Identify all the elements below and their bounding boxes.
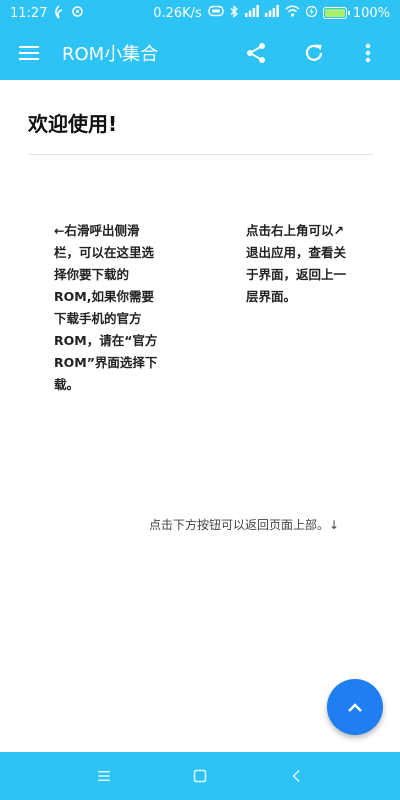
main-content: 欢迎使用! ←右滑呼出侧滑栏，可以在这里选择你要下载的ROM,如果你需要下载手机… [0,80,400,752]
battery-percent: 100% [352,5,390,21]
divider [28,154,374,155]
system-nav-bar [0,752,400,800]
status-time: 11:27 [10,5,48,21]
share-icon[interactable] [234,31,278,75]
battery-icon [322,7,350,19]
status-right: 0.26K/s 100% [153,4,390,22]
more-vert-icon[interactable] [346,31,390,75]
swipe-tip: ←右滑呼出侧滑栏，可以在这里选择你要下载的ROM,如果你需要下载手机的官方ROM… [54,223,158,392]
sync-icon [71,5,84,21]
wifi-icon [285,5,300,21]
scroll-top-tip: 点击下方按钮可以返回页面上部。↓ [149,518,340,532]
recent-apps-icon[interactable] [90,762,118,790]
chevron-up-icon [347,698,363,717]
app-notification-icon [53,4,65,22]
refresh-icon[interactable] [292,31,336,75]
menu-icon[interactable] [16,31,42,75]
home-icon[interactable] [186,762,214,790]
status-left: 11:27 [10,4,84,22]
messages-icon [208,5,224,21]
app-bar-actions [234,31,390,75]
scroll-to-top-button[interactable] [327,679,383,735]
app-bar: ROM小集合 [0,26,400,80]
charging-icon [305,5,317,22]
network-speed: 0.26K/s [153,5,202,21]
welcome-heading: 欢迎使用! [28,112,118,136]
back-icon[interactable] [282,762,310,790]
bluetooth-icon [230,4,239,22]
top-right-tip: 点击右上角可以↗退出应用，查看关于界面，返回上一层界面。 [246,223,347,304]
app-title: ROM小集合 [62,44,159,65]
signal-icon [244,5,259,21]
status-bar: 11:27 0.26K/s 100% [0,0,400,26]
signal-icon [264,5,279,21]
